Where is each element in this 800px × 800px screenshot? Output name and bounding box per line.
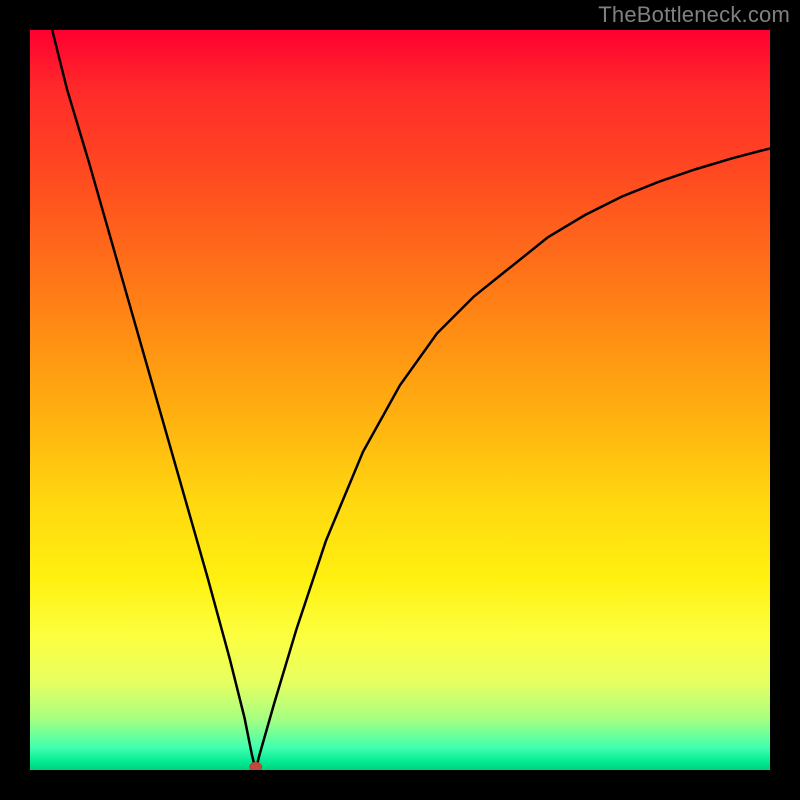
watermark-text: TheBottleneck.com (598, 2, 790, 28)
curve-svg (30, 30, 770, 770)
chart-container: TheBottleneck.com (0, 0, 800, 800)
plot-area (30, 30, 770, 770)
bottleneck-curve (52, 30, 770, 770)
minimum-marker (250, 762, 262, 770)
